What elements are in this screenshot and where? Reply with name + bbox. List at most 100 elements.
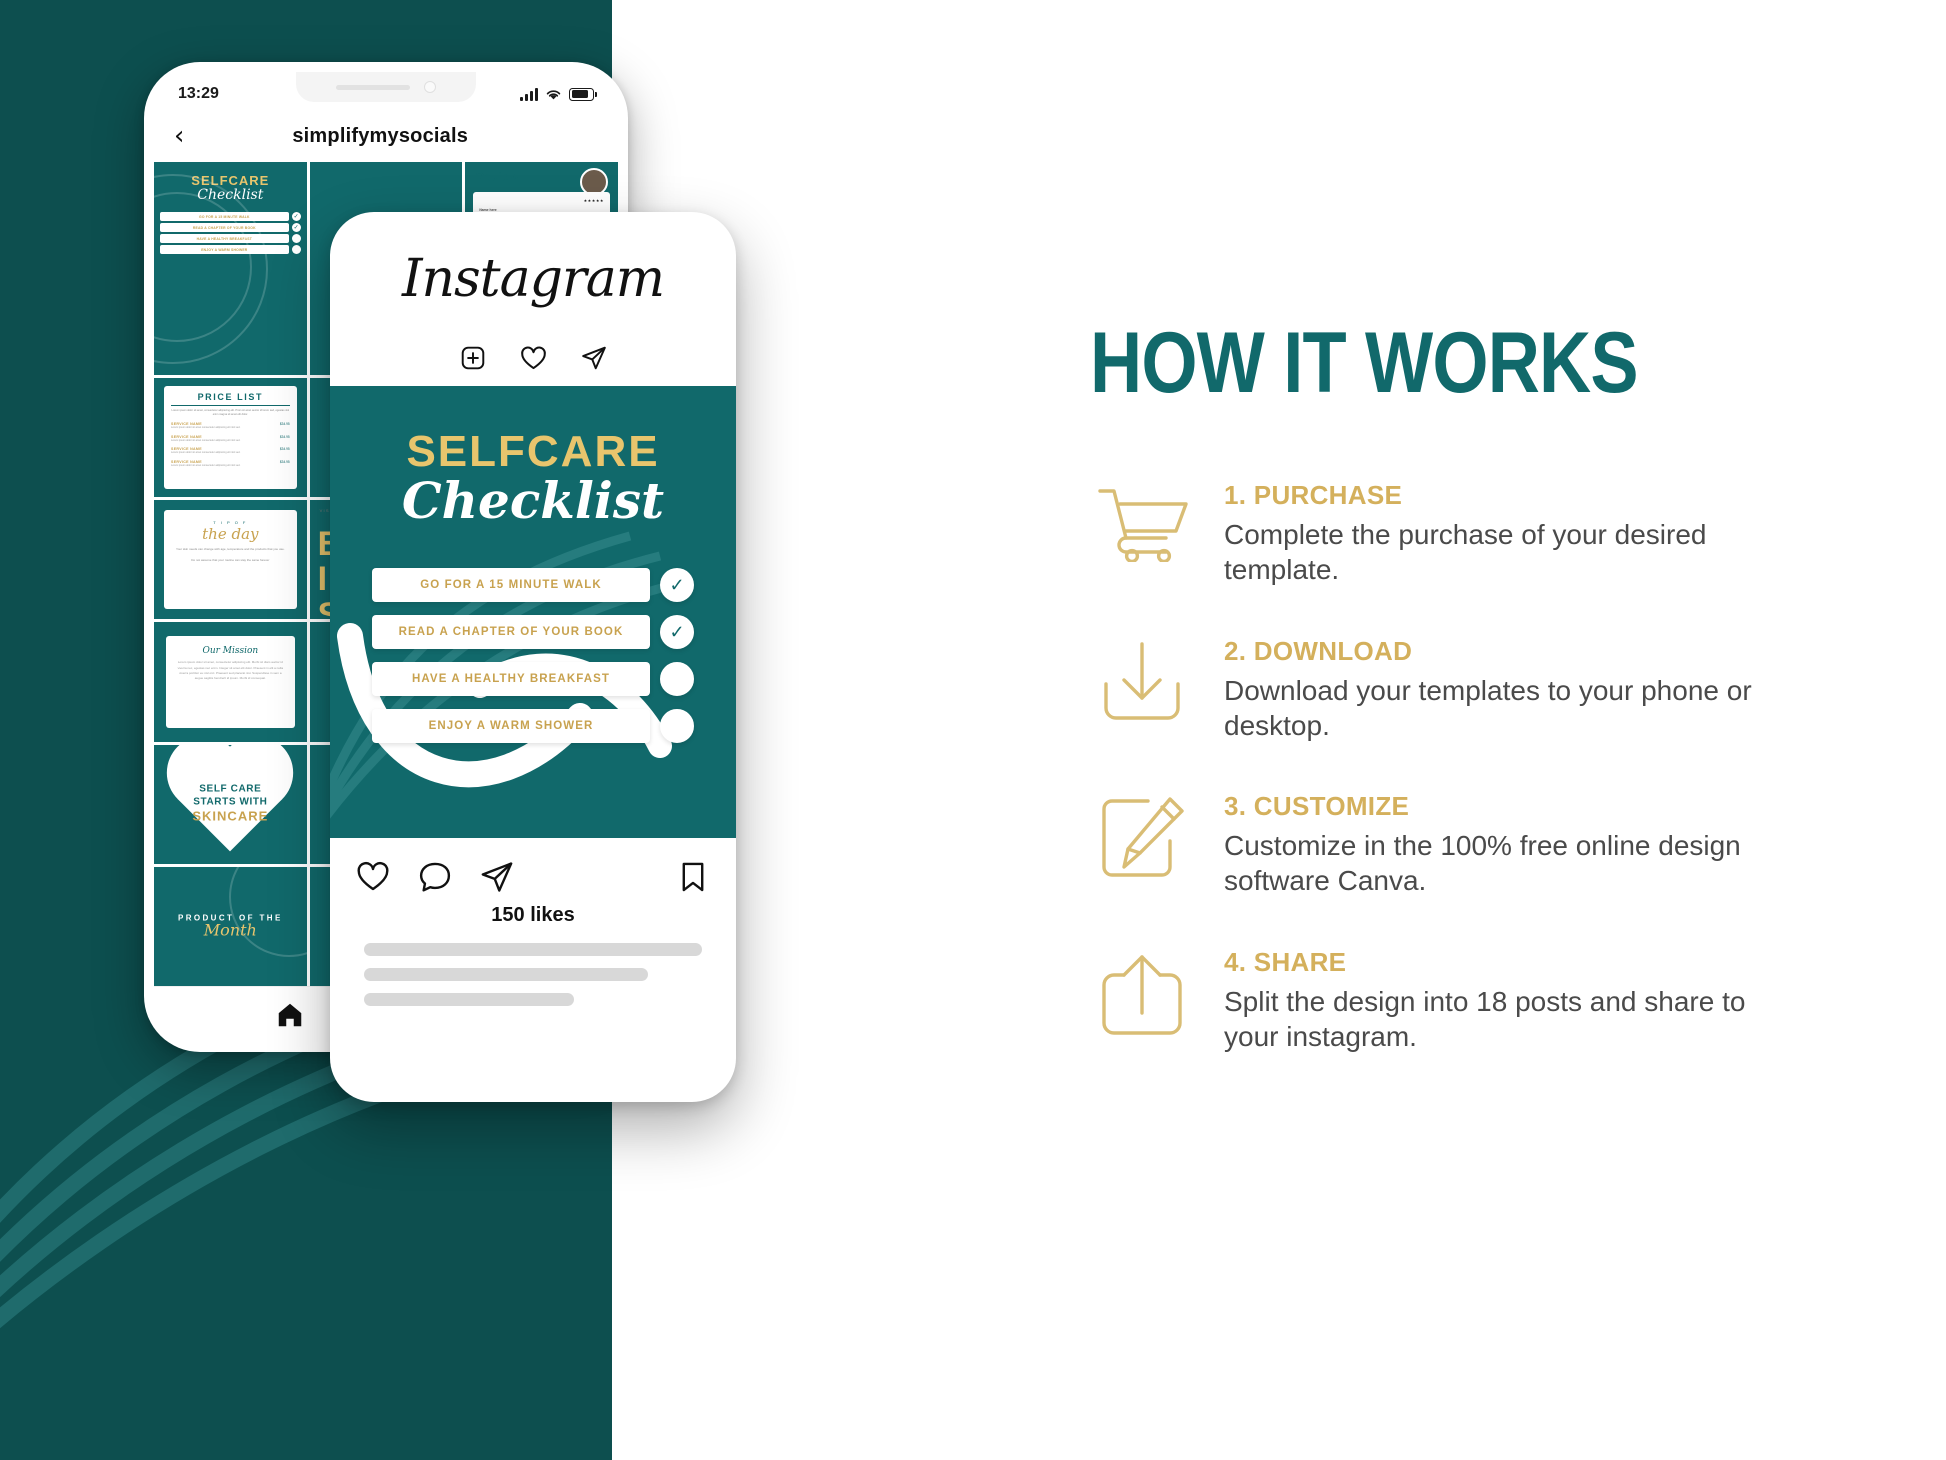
step-text-wrap: 3. CUSTOMIZE Customize in the 100% free … <box>1224 789 1790 899</box>
tip-body-2: Do not assume that your routine can stay… <box>191 558 270 563</box>
price-desc: Lorem ipsum dolor sit amet consectetur a… <box>171 425 241 429</box>
profile-username: simplifymysocials <box>292 124 469 147</box>
price-list-subtitle: Lorem ipsum dolor sit amet, consectetur … <box>171 409 290 417</box>
price-value: $34.95 <box>279 460 290 465</box>
share-upload-icon <box>1102 954 1182 1035</box>
checklist-unchecked-icon[interactable] <box>660 709 694 743</box>
signal-bars-icon <box>520 87 538 101</box>
skincare-line-3: SKINCARE <box>192 808 269 824</box>
heart-icon[interactable] <box>520 345 547 372</box>
grid-check-mark: ✓ <box>291 223 301 232</box>
right-content-panel: HOW IT WORKS 1. PURCHASE Complete the pu… <box>1075 0 1946 1460</box>
step-icon-wrap <box>1090 945 1194 1039</box>
checklist-item[interactable]: READ A CHAPTER OF YOUR BOOK ✓ <box>372 615 694 649</box>
plus-box-icon[interactable] <box>460 345 486 371</box>
post-likes-count: 150 likes <box>491 904 575 926</box>
battery-icon <box>569 87 597 101</box>
page-title: HOW IT WORKS <box>1090 315 1639 411</box>
grid-check-mark: ✓ <box>291 212 301 221</box>
skincare-line-1: SELF CARE <box>199 783 262 795</box>
instagram-top-actions <box>330 330 736 386</box>
potm-line-2: Month <box>203 920 257 940</box>
step-icon-wrap <box>1090 478 1194 562</box>
mission-title: Our Mission <box>202 646 259 657</box>
step-title: 3. CUSTOMIZE <box>1224 791 1410 822</box>
step-body: Split the design into 18 posts and share… <box>1224 985 1746 1052</box>
post-title-line-1: SELFCARE <box>406 427 660 476</box>
checklist-item[interactable]: GO FOR A 15 MINUTE WALK ✓ <box>372 568 694 602</box>
back-chevron-icon[interactable]: ‹ <box>174 123 184 149</box>
checklist-item[interactable]: HAVE A HEALTHY BREAKFAST <box>372 662 694 696</box>
checklist-item[interactable]: ENJOY A WARM SHOWER <box>372 709 694 743</box>
poster-canvas: 13:29 ‹ simplifymysocials SELFCARE Check… <box>0 0 1946 1460</box>
price-row: $34.95 SERVICE NAME Lorem ipsum dolor si… <box>171 447 290 455</box>
grid-post-selfcare[interactable]: SELFCARE Checklist GO FOR A 15 MINUTE WA… <box>154 162 307 376</box>
caption-line <box>364 968 648 981</box>
step-body: Complete the purchase of your desired te… <box>1224 519 1707 586</box>
grid-post-tip[interactable]: T I P O F the day Your skin needs can ch… <box>154 500 307 620</box>
post-caption-placeholder <box>330 939 736 1006</box>
caption-line <box>364 943 702 956</box>
download-icon <box>1104 641 1180 720</box>
step-purchase: 1. PURCHASE Complete the purchase of you… <box>1090 478 1790 588</box>
step-share: 4. SHARE Split the design into 18 posts … <box>1090 945 1790 1055</box>
bookmark-icon[interactable] <box>676 860 710 894</box>
wifi-icon <box>546 89 561 99</box>
step-customize: 3. CUSTOMIZE Customize in the 100% free … <box>1090 789 1790 899</box>
step-title: 4. SHARE <box>1224 946 1347 977</box>
skincare-text: SELF CARE STARTS WITH SKINCARE <box>154 784 307 825</box>
checklist-checked-icon[interactable]: ✓ <box>660 568 694 602</box>
step-title: 1. PURCHASE <box>1224 480 1403 510</box>
steps-list: 1. PURCHASE Complete the purchase of you… <box>1090 478 1790 1100</box>
grid-check-empty <box>291 245 301 254</box>
tip-body: Your skin needs can change with age, tem… <box>176 547 285 552</box>
post-action-bar <box>330 838 736 902</box>
skincare-line-2: STARTS WITH <box>193 796 268 808</box>
review-title: Review <box>475 170 519 184</box>
send-icon[interactable] <box>480 860 514 894</box>
profile-header: ‹ simplifymysocials <box>154 110 618 162</box>
price-list-title: PRICE LIST <box>171 392 290 407</box>
checklist-unchecked-icon[interactable] <box>660 662 694 696</box>
send-icon[interactable] <box>581 345 607 371</box>
price-value: $34.95 <box>279 434 290 439</box>
comment-icon[interactable] <box>418 860 452 894</box>
earpiece-speaker <box>336 84 410 90</box>
step-body: Customize in the 100% free online design… <box>1224 830 1741 897</box>
shopping-cart-icon <box>1098 489 1188 562</box>
mission-body: Lorem ipsum dolor sit amet, consectetur … <box>177 660 284 680</box>
grid-post-price-list[interactable]: PRICE LIST Lorem ipsum dolor sit amet, c… <box>154 378 307 498</box>
review-stars: ★★★★★ <box>583 198 604 203</box>
checklist-label: READ A CHAPTER OF YOUR BOOK <box>372 615 650 649</box>
pencil-edit-icon <box>1102 797 1184 877</box>
price-row: $34.95 SERVICE NAME Lorem ipsum dolor si… <box>171 435 290 443</box>
checklist-label: HAVE A HEALTHY BREAKFAST <box>372 662 650 696</box>
status-indicators <box>520 87 597 101</box>
front-camera-icon <box>424 81 436 93</box>
grid-post-mission[interactable]: Our Mission Lorem ipsum dolor sit amet, … <box>154 622 307 742</box>
heart-icon[interactable] <box>356 860 390 894</box>
price-desc: Lorem ipsum dolor sit amet consectetur a… <box>171 464 241 468</box>
grid-post-skincare[interactable]: SELF CARE STARTS WITH SKINCARE <box>154 744 307 864</box>
checklist-label: GO FOR A 15 MINUTE WALK <box>372 568 650 602</box>
step-text-wrap: 2. DOWNLOAD Download your templates to y… <box>1224 634 1790 744</box>
tip-title: the day <box>202 525 259 544</box>
status-time: 13:29 <box>178 85 219 102</box>
step-text-wrap: 1. PURCHASE Complete the purchase of you… <box>1224 478 1790 588</box>
caption-line <box>364 993 574 1006</box>
step-body: Download your templates to your phone or… <box>1224 674 1752 741</box>
instagram-post-image: SELFCARE Checklist GO FOR A 15 MINUTE WA… <box>330 386 736 838</box>
step-icon-wrap <box>1090 789 1194 883</box>
checklist-checked-icon[interactable]: ✓ <box>660 615 694 649</box>
tip-card: T I P O F the day Your skin needs can ch… <box>164 510 297 610</box>
price-row: $34.95 SERVICE NAME Lorem ipsum dolor si… <box>171 460 290 468</box>
instagram-wordmark: Instagram <box>401 249 665 309</box>
checklist-label: ENJOY A WARM SHOWER <box>372 709 650 743</box>
grid-post-product-of-month[interactable]: PRODUCT OF THE Month <box>154 866 307 986</box>
home-icon[interactable] <box>275 1000 305 1030</box>
post-title: SELFCARE Checklist <box>402 430 664 526</box>
grid-check-empty <box>291 234 301 243</box>
step-icon-wrap <box>1090 634 1194 724</box>
price-desc: Lorem ipsum dolor sit amet consectetur a… <box>171 438 241 442</box>
phone-notch <box>296 72 476 102</box>
